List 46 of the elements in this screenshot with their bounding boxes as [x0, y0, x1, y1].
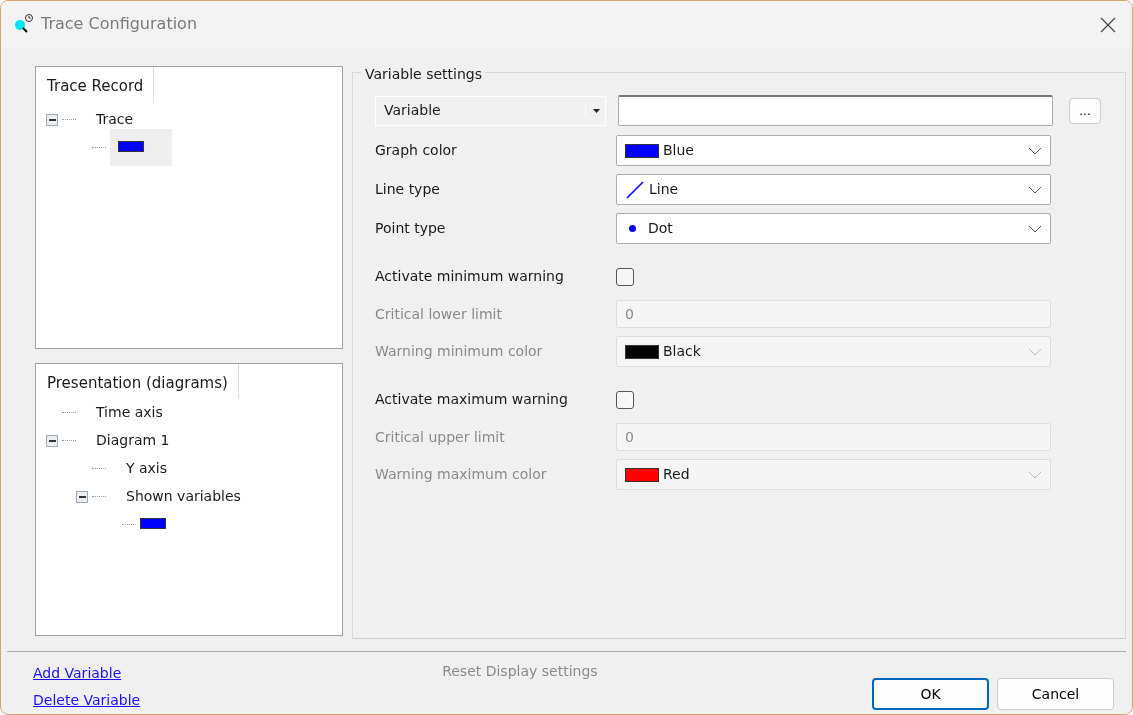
chevron-down-icon: [1028, 470, 1042, 479]
field-label: Warning maximum color: [375, 465, 548, 484]
collapse-toggle[interactable]: [46, 434, 58, 447]
field-label: Critical upper limit: [375, 427, 506, 447]
variable-dropdown[interactable]: Variable: [375, 95, 606, 126]
checkbox[interactable]: [616, 267, 634, 286]
collapse-toggle[interactable]: [76, 490, 88, 503]
field-label: Critical lower limit: [375, 304, 503, 324]
chevron-down-icon: [1028, 224, 1042, 233]
field-label: Warning minimum color: [375, 342, 544, 361]
chevron-down-icon: [1028, 185, 1042, 194]
field-label: Graph color: [375, 141, 458, 160]
tree-item[interactable]: Trace: [96, 109, 134, 130]
collapse-toggle[interactable]: [46, 113, 58, 126]
panel-header: Presentation (diagrams): [36, 364, 239, 399]
link[interactable]: Delete Variable: [33, 687, 141, 714]
dropdown-value: Dot: [648, 219, 674, 238]
panel-header: Trace Record: [36, 67, 155, 102]
browse-button[interactable]: ...: [1069, 97, 1101, 124]
tree-item[interactable]: Shown variables: [126, 486, 241, 507]
line-type-dropdown[interactable]: Line: [616, 174, 1051, 205]
magnifier-clock-icon: [13, 13, 35, 35]
tree-item[interactable]: Diagram 1: [96, 430, 170, 451]
link[interactable]: Add Variable: [33, 660, 141, 687]
color-dropdown[interactable]: Blue: [616, 135, 1051, 166]
dropdown-value: Black: [663, 342, 702, 361]
chevron-down-icon: [1028, 347, 1042, 356]
dropdown-label: Variable: [384, 101, 442, 120]
dropdown-value: Red: [663, 465, 691, 484]
field-label: Activate minimum warning: [375, 267, 565, 286]
window-title: Trace Configuration: [41, 13, 198, 35]
field-label: Point type: [375, 219, 447, 238]
dropdown-value: Line: [649, 180, 680, 199]
dialog-button[interactable]: OK: [872, 678, 989, 710]
tree-item[interactable]: Time axis: [96, 402, 163, 423]
tree-item[interactable]: Y axis: [126, 458, 168, 479]
dialog-button[interactable]: Cancel: [997, 678, 1114, 710]
dropdown-value: Blue: [663, 141, 695, 160]
point-type-dropdown[interactable]: Dot: [616, 213, 1051, 244]
tree-item[interactable]: [110, 129, 172, 166]
chevron-down-icon: [1028, 146, 1042, 155]
variable-input[interactable]: [618, 95, 1053, 126]
checkbox[interactable]: [616, 390, 634, 409]
close-icon: [1100, 16, 1116, 33]
field-label: Line type: [375, 180, 441, 199]
field-label: Activate maximum warning: [375, 390, 569, 409]
